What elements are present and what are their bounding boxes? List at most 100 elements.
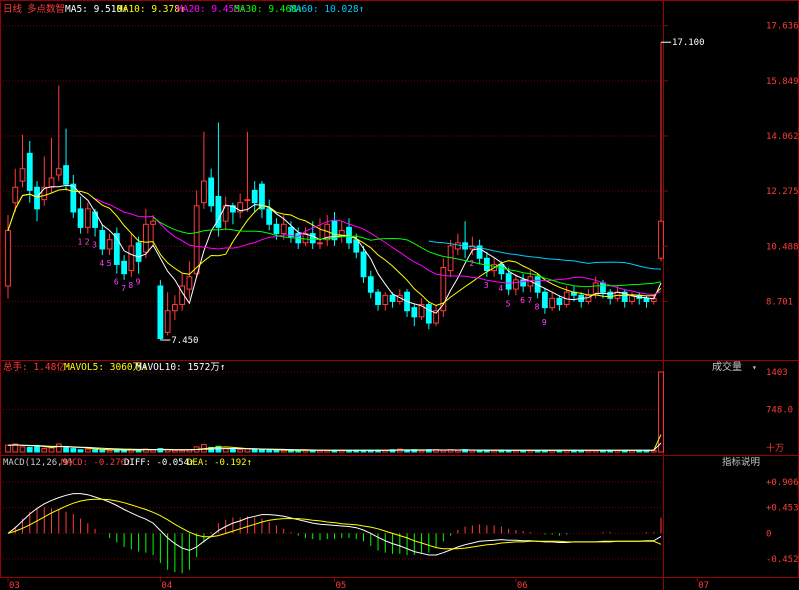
candle-body <box>382 294 389 306</box>
td-count-label: 3 <box>484 281 489 290</box>
candle-body <box>208 177 215 207</box>
volume-bar <box>179 449 186 453</box>
volume-bar <box>251 448 258 453</box>
volume-bar <box>70 448 77 453</box>
td-count-label: 6 <box>520 296 525 305</box>
macd-header: MACD(12,26,9) MACD: -0.276↑ DIFF: -0.054… <box>3 456 760 468</box>
td-count-label: 9 <box>542 318 547 327</box>
volume-bar <box>84 448 91 453</box>
candle-body <box>317 242 323 245</box>
candle-body <box>26 152 33 191</box>
ma10-readout: MA10: 9.378↑ <box>117 4 186 15</box>
candle-body <box>556 297 563 306</box>
volume-bar <box>19 446 26 453</box>
candle-body <box>658 220 664 259</box>
candle-body <box>375 291 381 306</box>
period-label[interactable]: 日线 <box>3 3 23 15</box>
chevron-down-icon[interactable]: ▾ <box>752 363 757 372</box>
price-tick-label: 15.849 <box>766 77 799 87</box>
volume-tick-label: 748.0 <box>766 405 793 415</box>
volume-bar <box>48 447 55 453</box>
macd-tick-label: +0.453 <box>766 504 799 514</box>
volume-bar <box>259 449 265 453</box>
td-count-label: 7 <box>121 284 126 293</box>
volume-bar <box>658 371 664 453</box>
volume-bar <box>34 445 40 453</box>
candle-body <box>106 239 113 250</box>
diff-readout: DIFF: -0.054↑ <box>124 458 194 468</box>
low-annotation: 7.450 <box>171 336 198 346</box>
volume-bar <box>55 443 62 453</box>
candle-body <box>12 186 19 204</box>
candle-body <box>498 263 505 275</box>
volume-bar <box>77 449 84 453</box>
candle-body <box>454 242 461 250</box>
candle-body <box>273 223 280 235</box>
price-tick-label: 17.636 <box>766 22 799 32</box>
td-count-label: 1 <box>78 238 83 247</box>
volume-bar <box>121 449 127 453</box>
candle-body <box>244 199 251 202</box>
candle-body <box>201 180 207 204</box>
candle-body <box>309 233 316 244</box>
candle-body <box>99 229 106 250</box>
candle-body <box>549 297 556 309</box>
td-count-label: 8 <box>535 302 540 311</box>
candle-body <box>128 245 135 272</box>
candle-body <box>5 229 11 287</box>
x-tick-label: 06 <box>517 581 528 590</box>
candle-body <box>266 208 273 225</box>
volume-bar <box>135 449 142 453</box>
price-tick-label: 10.488 <box>766 242 799 252</box>
candle-body <box>643 297 650 302</box>
volume-bar <box>92 449 98 453</box>
mavol10-readout: MAVOL10: 1572万↑ <box>136 362 226 373</box>
macd-readout: MACD: -0.276↑ <box>61 458 131 468</box>
volume-bar <box>266 449 273 453</box>
volume-bar <box>469 449 476 453</box>
dea-line <box>7 498 662 550</box>
volume-bar <box>440 449 447 453</box>
volume-total-readout: 总手: 1.48亿↑ <box>3 361 72 373</box>
volume-unit-label: 十万 <box>766 442 784 454</box>
price-tick-label: 14.062 <box>766 132 799 142</box>
ma10-line <box>7 188 662 307</box>
candle-body <box>19 168 26 182</box>
x-tick-label: 07 <box>698 581 709 590</box>
x-tick-label: 04 <box>161 581 172 590</box>
diff-line <box>7 493 662 556</box>
candle-body <box>186 276 193 290</box>
td-count-label: 9 <box>136 278 141 287</box>
candle-body <box>55 168 62 176</box>
macd-tick-label: -0.452 <box>766 555 799 565</box>
td-count-label: 8 <box>128 281 133 290</box>
ma60-readout: MA60: 10.028↑ <box>290 4 364 15</box>
candle-body <box>411 307 418 318</box>
candle-body <box>425 304 432 324</box>
volume-bar <box>41 448 48 453</box>
candle-body <box>157 285 164 339</box>
price-header: 日线 多点数智 MA5: 9.510↑ MA10: 9.378↑ MA20: 9… <box>3 3 364 15</box>
candle-body <box>193 205 200 275</box>
indicator-help-link[interactable]: 指标说明 <box>722 456 760 468</box>
candle-body <box>171 304 178 312</box>
td-count-label: 6 <box>114 278 119 287</box>
volume-bar <box>5 444 11 453</box>
volume-bar <box>171 449 178 453</box>
candle-body <box>63 165 69 185</box>
macd-tick-label: +0.906 <box>766 478 799 488</box>
axes: 17.63615.84914.06212.27510.4888.70114037… <box>7 22 799 590</box>
price-panel: 1 2 34 567 8 923 45 6 78917.1007.450 <box>5 38 705 346</box>
candle-body <box>600 282 606 293</box>
candle-body <box>251 189 258 204</box>
candle-body <box>121 260 127 275</box>
candle-body <box>512 279 519 290</box>
volume-bar <box>63 446 69 453</box>
candle-body <box>360 251 367 278</box>
volume-bar <box>230 448 236 453</box>
volume-panel <box>5 371 664 453</box>
volume-indicator-title[interactable]: 成交量 <box>712 360 742 373</box>
candle-body <box>520 279 527 287</box>
candle-body <box>142 223 149 253</box>
td-count-label: 7 <box>527 296 532 305</box>
